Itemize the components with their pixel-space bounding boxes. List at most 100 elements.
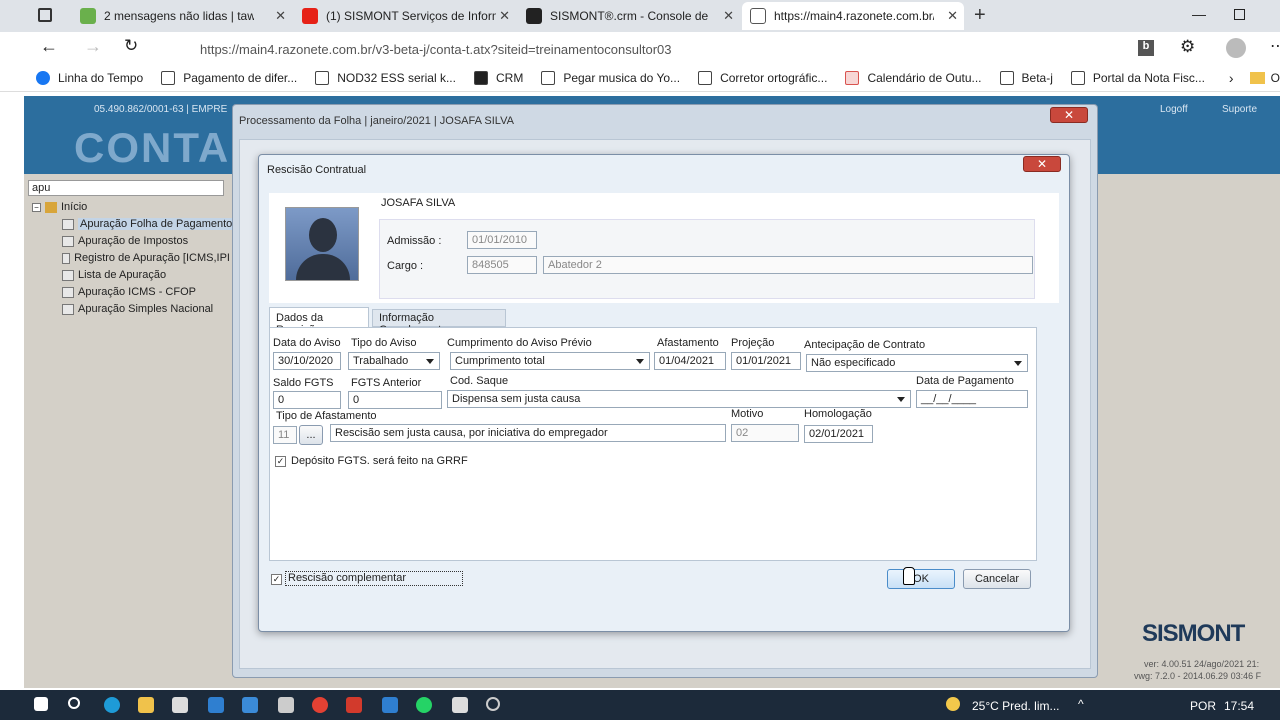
chevron-right-icon[interactable]: › xyxy=(1229,70,1234,86)
tab-razonete[interactable]: https://main4.razonete.com.br/v ✕ xyxy=(742,2,964,30)
bookmark-item[interactable]: Corretor ortográfic... xyxy=(698,70,827,85)
person-body-icon xyxy=(296,254,350,280)
homologacao-label: Homologação xyxy=(804,408,872,420)
tab-tawk[interactable]: 2 mensagens não lidas | tawk.to ✕ xyxy=(72,2,292,30)
bookmark-item[interactable]: Pegar musica do Yo... xyxy=(541,70,680,85)
notes-icon[interactable] xyxy=(452,697,468,713)
homologacao-field[interactable]: 02/01/2021 xyxy=(804,425,873,443)
chrome-icon[interactable] xyxy=(312,697,328,713)
data-aviso-field[interactable]: 30/10/2020 xyxy=(273,352,341,370)
windows-start-icon[interactable] xyxy=(34,697,48,711)
page-icon xyxy=(698,70,713,85)
cod-saque-select[interactable]: Dispensa sem justa causa xyxy=(447,390,911,408)
url-field[interactable]: https://main4.razonete.com.br/v3-beta-j/… xyxy=(160,36,1120,62)
tree-item[interactable]: Registro de Apuração [ICMS,IPI xyxy=(62,252,230,264)
mail-icon[interactable] xyxy=(208,697,224,713)
other-favorites[interactable]: Outros favoritos xyxy=(1249,71,1280,85)
close-tab-icon[interactable]: ✕ xyxy=(499,8,510,24)
tree-item[interactable]: Apuração Folha de Pagamento xyxy=(62,218,235,230)
ok-button[interactable]: OK xyxy=(887,569,955,589)
tipo-afastamento-lookup-button[interactable]: ... xyxy=(299,425,323,445)
bookmark-item[interactable]: Calendário de Outu... xyxy=(845,70,982,85)
taskbar: 25°C Pred. lim... ^ POR 17:54 xyxy=(0,690,1280,720)
page-icon xyxy=(315,70,330,85)
projecao-field[interactable]: 01/01/2021 xyxy=(731,352,801,370)
bookmark-linha-do-tempo[interactable]: Linha do Tempo xyxy=(36,70,143,85)
mouse-cursor-icon xyxy=(903,567,915,585)
tree-item-label: Registro de Apuração [ICMS,IPI xyxy=(74,252,230,264)
edge-icon[interactable] xyxy=(104,697,120,713)
logoff-link[interactable]: Logoff xyxy=(1160,104,1188,115)
bing-icon[interactable]: b xyxy=(1138,40,1154,56)
close-tab-icon[interactable]: ✕ xyxy=(275,8,286,24)
close-icon[interactable]: ✕ xyxy=(1023,156,1061,172)
tab-actions-icon[interactable] xyxy=(38,8,52,22)
fgts-anterior-field[interactable]: 0 xyxy=(348,391,442,409)
company-cnpj: 05.490.862/0001-63 | EMPRE xyxy=(94,104,228,115)
tree-root[interactable]: − Início xyxy=(32,201,87,213)
tab-title: (1) SISMONT Serviços de Informá xyxy=(326,9,496,23)
tipo-aviso-select[interactable]: Trabalhado xyxy=(348,352,440,370)
bookmark-item[interactable]: NOD32 ESS serial k... xyxy=(315,70,456,85)
app-icon[interactable] xyxy=(346,697,362,713)
weather-text[interactable]: 25°C Pred. lim... xyxy=(972,699,1060,713)
whatsapp-icon[interactable] xyxy=(416,697,432,713)
store-icon[interactable] xyxy=(172,697,188,713)
collapse-icon[interactable]: − xyxy=(32,202,41,212)
tipo-afastamento-desc: Rescisão sem justa causa, por iniciativa… xyxy=(330,424,726,442)
new-tab-icon[interactable]: + xyxy=(974,4,986,27)
afastamento-field[interactable]: 01/04/2021 xyxy=(654,352,726,370)
tray-chevron-icon[interactable]: ^ xyxy=(1078,697,1084,711)
data-pagamento-field[interactable]: __/__/____ xyxy=(916,390,1028,408)
close-icon[interactable]: ✕ xyxy=(1050,107,1088,123)
language-indicator[interactable]: POR xyxy=(1190,699,1216,713)
antecipacao-select[interactable]: Não especificado xyxy=(806,354,1028,372)
cargo-code-field: 848505 xyxy=(467,256,537,274)
tab-youtube[interactable]: (1) SISMONT Serviços de Informá ✕ xyxy=(294,2,516,30)
cancel-button[interactable]: Cancelar xyxy=(963,569,1031,589)
crm-favicon-icon xyxy=(526,8,542,24)
clock[interactable]: 17:54 xyxy=(1224,699,1254,713)
page-icon xyxy=(999,70,1014,85)
close-tab-icon[interactable]: ✕ xyxy=(723,8,734,24)
back-icon[interactable]: ← xyxy=(40,36,58,57)
restore-icon[interactable] xyxy=(1234,9,1245,20)
app-icon[interactable] xyxy=(242,697,258,713)
tree-item[interactable]: Lista de Apuração xyxy=(62,269,166,281)
tree-item[interactable]: Apuração Simples Nacional xyxy=(62,303,213,315)
file-explorer-icon[interactable] xyxy=(138,697,154,713)
afastamento-label: Afastamento xyxy=(657,337,719,349)
close-tab-icon[interactable]: ✕ xyxy=(947,8,958,24)
profile-avatar-icon[interactable] xyxy=(1226,38,1246,58)
deposito-fgts-checkbox[interactable]: ✓ xyxy=(275,456,286,467)
tab-crm[interactable]: SISMONT®.crm - Console de Ge ✕ xyxy=(518,2,740,30)
tawk-favicon-icon xyxy=(80,8,96,24)
app-icon[interactable] xyxy=(382,697,398,713)
rescisao-complementar-checkbox[interactable]: ✓ xyxy=(271,574,282,585)
grid-icon xyxy=(62,303,74,315)
search-icon[interactable] xyxy=(68,697,80,709)
tree-item[interactable]: Apuração de Impostos xyxy=(62,235,188,247)
forward-icon[interactable]: → xyxy=(84,36,102,57)
tree-item-label: Apuração Folha de Pagamento xyxy=(78,218,235,230)
page-favicon-icon xyxy=(750,8,766,24)
suporte-link[interactable]: Suporte xyxy=(1222,104,1257,115)
reload-icon[interactable]: ↻ xyxy=(124,36,138,56)
tab-informacao-complementar[interactable]: Informação Complementar xyxy=(372,309,506,336)
bookmark-item[interactable]: Beta-j xyxy=(999,70,1053,85)
extensions-icon[interactable]: ⚙ xyxy=(1180,37,1195,57)
bookmark-item[interactable]: Pagamento de difer... xyxy=(161,70,297,85)
calculator-icon[interactable] xyxy=(278,697,294,713)
minimize-icon[interactable]: — xyxy=(1192,6,1206,22)
saldo-fgts-field[interactable]: 0 xyxy=(273,391,341,409)
tree-item[interactable]: Apuração ICMS - CFOP xyxy=(62,286,196,298)
bookmark-item[interactable]: CRM xyxy=(473,70,523,85)
cumprimento-label: Cumprimento do Aviso Prévio xyxy=(447,337,592,349)
search-input[interactable]: apu xyxy=(28,180,224,196)
tab-dados-rescisao[interactable]: Dados da Rescisão xyxy=(269,307,369,336)
bookmark-item[interactable]: Portal da Nota Fisc... xyxy=(1070,70,1205,85)
page-icon xyxy=(541,70,556,85)
app-icon[interactable] xyxy=(486,697,500,711)
menu-icon[interactable]: ⋯ xyxy=(1270,36,1280,56)
cumprimento-select[interactable]: Cumprimento total xyxy=(450,352,650,370)
